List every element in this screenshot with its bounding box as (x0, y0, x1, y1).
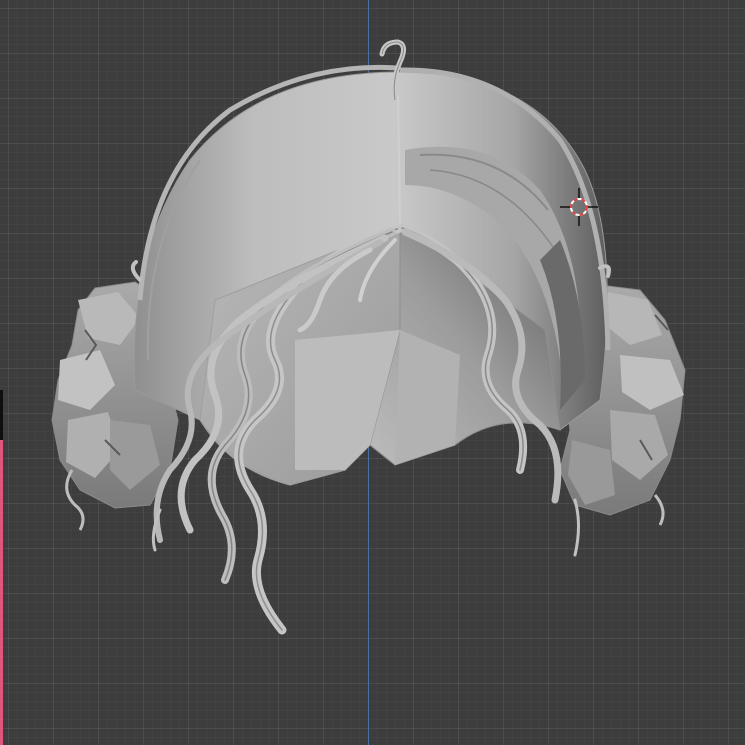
3d-viewport[interactable] (0, 0, 745, 745)
hair-mesh-icon[interactable] (0, 0, 745, 745)
3d-cursor-icon[interactable] (560, 188, 598, 226)
